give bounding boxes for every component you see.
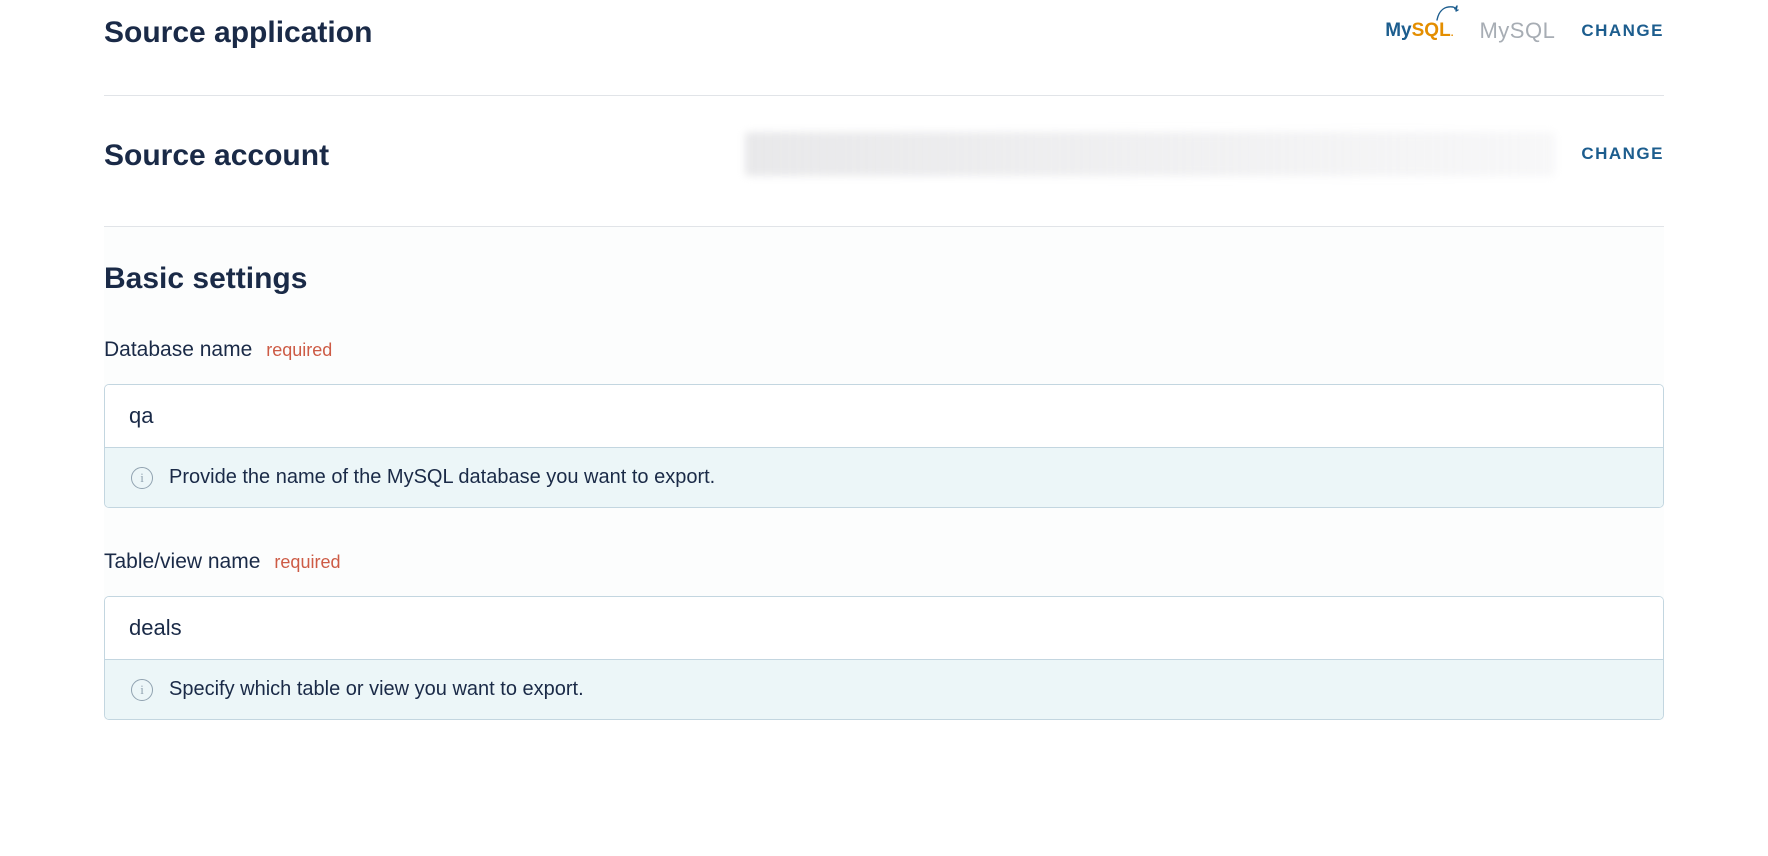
- info-icon: i: [131, 679, 153, 701]
- table-view-name-help-text: Specify which table or view you want to …: [169, 678, 584, 701]
- info-icon: i: [131, 467, 153, 489]
- table-view-name-label: Table/view name: [104, 550, 260, 574]
- source-account-section: Source account CHANGE: [104, 96, 1664, 227]
- source-application-name: MySQL: [1479, 18, 1555, 44]
- basic-settings-section: Basic settings Database name required i …: [104, 227, 1664, 720]
- database-name-help-text: Provide the name of the MySQL database y…: [169, 466, 715, 489]
- table-view-name-field: Table/view name required i Specify which…: [104, 550, 1664, 720]
- mysql-logo-icon: MySQL.: [1385, 20, 1453, 42]
- table-view-name-help: i Specify which table or view you want t…: [105, 659, 1663, 719]
- basic-settings-heading: Basic settings: [104, 262, 1664, 296]
- table-view-name-input[interactable]: [105, 597, 1663, 659]
- required-tag: required: [266, 340, 332, 361]
- database-name-input[interactable]: [105, 385, 1663, 447]
- change-source-application-link[interactable]: CHANGE: [1581, 21, 1664, 41]
- source-account-value-redacted: [745, 132, 1555, 176]
- source-application-heading: Source application: [104, 12, 372, 50]
- change-source-account-link[interactable]: CHANGE: [1581, 144, 1664, 164]
- database-name-label: Database name: [104, 338, 252, 362]
- database-name-help: i Provide the name of the MySQL database…: [105, 447, 1663, 507]
- source-application-section: Source application MySQL. MySQL CHANGE: [104, 0, 1664, 96]
- database-name-field: Database name required i Provide the nam…: [104, 338, 1664, 508]
- required-tag: required: [274, 552, 340, 573]
- source-account-heading: Source account: [104, 135, 329, 173]
